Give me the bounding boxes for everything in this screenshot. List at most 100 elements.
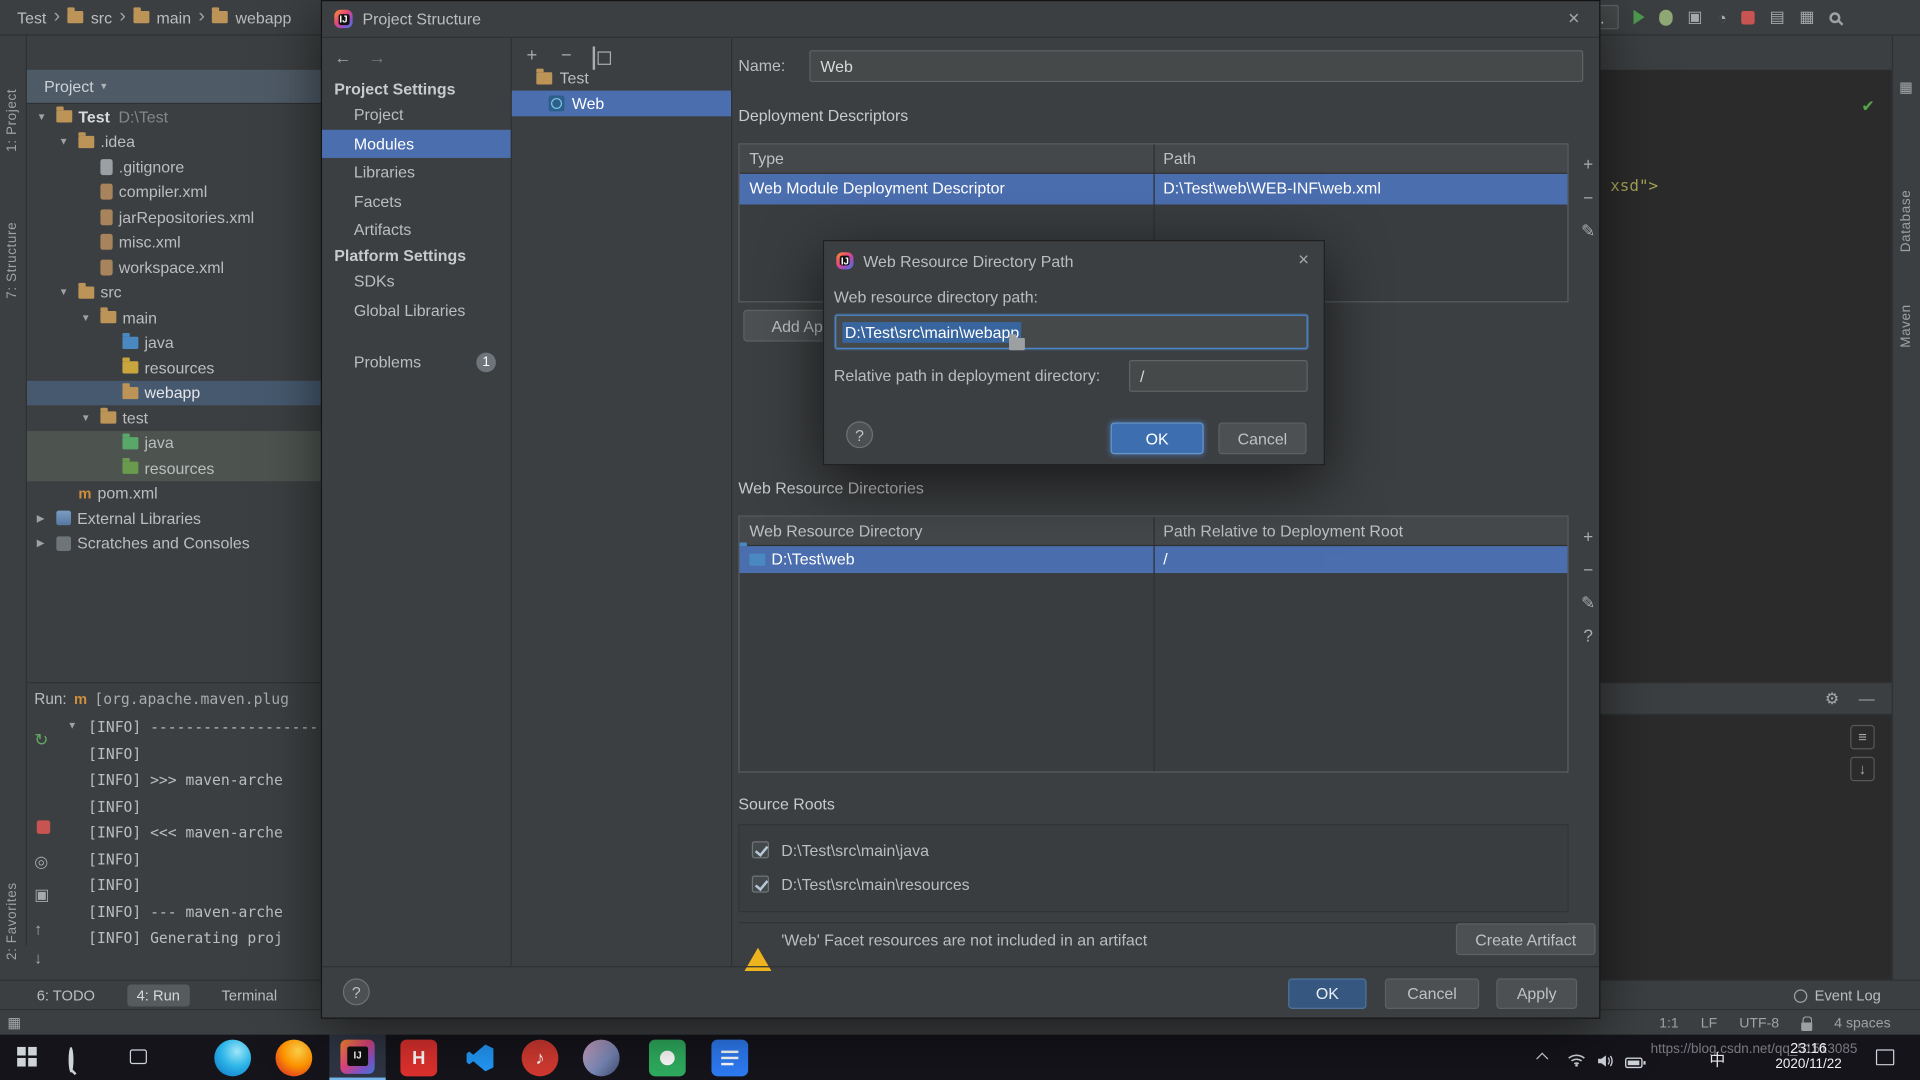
nav-item-libraries[interactable]: Libraries: [322, 158, 511, 187]
remove-resource-icon[interactable]: −: [1577, 558, 1599, 580]
tool-stripe-project[interactable]: 1: Project: [5, 42, 20, 152]
tool-stripe-maven[interactable]: Maven: [1899, 262, 1914, 348]
expand-arrow-icon[interactable]: ▼: [59, 287, 79, 298]
back-arrow-icon[interactable]: ←: [334, 48, 351, 68]
tree-item-test-java[interactable]: java: [27, 430, 321, 455]
checkbox-checked-icon[interactable]: [752, 876, 769, 893]
edit-descriptor-icon[interactable]: ✎: [1577, 219, 1599, 241]
run-button[interactable]: [1633, 10, 1644, 25]
tool-stripe-structure[interactable]: 7: Structure: [5, 164, 20, 299]
nav-item-problems[interactable]: Problems 1: [322, 348, 511, 377]
tree-item-test[interactable]: ▼ test: [27, 405, 321, 430]
caret-position[interactable]: 1:1: [1659, 1016, 1679, 1031]
hide-panel-icon[interactable]: —: [1859, 689, 1875, 707]
breadcrumb-test[interactable]: Test: [17, 8, 46, 26]
dialog-title-bar[interactable]: Web Resource Directory Path ×: [824, 241, 1324, 280]
collapse-arrow-icon[interactable]: ▶: [37, 513, 57, 524]
add-icon[interactable]: +: [527, 45, 538, 66]
taskbar-green-app-icon[interactable]: [649, 1040, 686, 1077]
tree-item-workspace-xml[interactable]: workspace.xml: [27, 255, 321, 280]
taskbar-intellij-active[interactable]: [329, 1035, 385, 1080]
project-structure-button[interactable]: ▤: [1770, 7, 1785, 27]
source-root-row[interactable]: D:\Test\src\main\resources: [740, 867, 1568, 901]
profiler-button[interactable]: ◔: [1717, 8, 1727, 26]
battery-icon[interactable]: [1625, 1053, 1646, 1075]
tree-item-scratches[interactable]: ▶ Scratches and Consoles: [27, 531, 321, 556]
tool-window-icon[interactable]: ▦: [1899, 78, 1913, 95]
path-field[interactable]: D:\Test\src\main\webapp: [835, 315, 1308, 349]
nav-item-modules[interactable]: Modules: [322, 129, 511, 158]
taskbar-docs-icon[interactable]: [711, 1040, 748, 1077]
tree-item-gitignore[interactable]: .gitignore: [27, 154, 321, 179]
help-button[interactable]: ?: [343, 978, 370, 1005]
create-artifact-button[interactable]: Create Artifact: [1456, 923, 1596, 955]
line-ending[interactable]: LF: [1701, 1016, 1717, 1031]
module-tree-root[interactable]: Test: [512, 65, 731, 91]
project-panel-header[interactable]: Project ▾: [27, 70, 321, 104]
tree-item-webapp[interactable]: webapp: [27, 380, 321, 405]
tree-item-compiler-xml[interactable]: compiler.xml: [27, 179, 321, 204]
taskbar-firefox-icon[interactable]: [276, 1040, 313, 1077]
tool-stripe-database[interactable]: Database: [1899, 142, 1914, 252]
tree-item-test-resources[interactable]: resources: [27, 456, 321, 481]
eye-icon[interactable]: ◎: [34, 852, 48, 872]
breadcrumb-src[interactable]: src: [91, 8, 112, 26]
editor[interactable]: xsd"> ✔: [1600, 70, 1891, 682]
stop-icon[interactable]: [37, 820, 50, 833]
edit-resource-icon[interactable]: ✎: [1577, 591, 1599, 613]
dialog-close-icon[interactable]: ×: [1298, 250, 1309, 271]
cancel-button[interactable]: Cancel: [1385, 978, 1479, 1009]
search-everywhere-icon[interactable]: [1829, 12, 1840, 23]
nav-item-artifacts[interactable]: Artifacts: [322, 216, 511, 245]
add-resource-icon[interactable]: +: [1577, 525, 1599, 547]
name-field[interactable]: Web: [809, 50, 1583, 82]
start-button[interactable]: [17, 1047, 36, 1066]
layout-button[interactable]: ▦: [1799, 7, 1814, 27]
expand-arrow-icon[interactable]: ▼: [37, 111, 57, 122]
tree-item-idea[interactable]: ▼ .idea: [27, 129, 321, 154]
tree-item-main-resources[interactable]: resources: [27, 355, 321, 380]
module-tree-web[interactable]: Web: [512, 91, 731, 117]
taskbar-search-icon[interactable]: [69, 1047, 74, 1073]
soft-wrap-icon[interactable]: ≡: [1850, 725, 1874, 749]
add-descriptor-icon[interactable]: +: [1577, 153, 1599, 175]
taskbar-avatar-icon[interactable]: [583, 1040, 620, 1077]
tool-stripe-favorites[interactable]: 2: Favorites: [5, 838, 20, 960]
layout-toggle-icon[interactable]: ▦: [7, 1014, 21, 1031]
tree-item-misc-xml[interactable]: misc.xml: [27, 230, 321, 255]
expand-arrow-icon[interactable]: ▼: [81, 412, 101, 423]
ok-button[interactable]: OK: [1111, 422, 1204, 454]
scroll-to-end-icon[interactable]: ↓: [1850, 757, 1874, 781]
chevron-down-icon[interactable]: ▾: [101, 80, 107, 93]
scroll-up-icon[interactable]: ↑: [34, 920, 42, 938]
file-encoding[interactable]: UTF-8: [1739, 1016, 1779, 1031]
cancel-button[interactable]: Cancel: [1218, 422, 1306, 454]
volume-icon[interactable]: [1597, 1052, 1615, 1074]
checkbox-checked-icon[interactable]: [752, 841, 769, 858]
console-output[interactable]: [INFO] ---------------------------- [INF…: [88, 715, 321, 979]
expand-arrow-icon[interactable]: ▼: [59, 136, 79, 147]
snapshot-icon[interactable]: ▣: [34, 885, 49, 905]
wifi-icon[interactable]: [1567, 1051, 1585, 1073]
coverage-button[interactable]: ▣: [1687, 7, 1702, 27]
tab-todo[interactable]: 6: TODO: [37, 987, 95, 1004]
nav-item-sdks[interactable]: SDKs: [322, 267, 511, 296]
tray-expand-icon[interactable]: [1536, 1053, 1548, 1065]
tab-run[interactable]: 4: Run: [127, 984, 190, 1006]
taskbar-red-app-icon[interactable]: H: [400, 1040, 437, 1077]
debug-button[interactable]: [1659, 9, 1672, 25]
browse-folder-icon[interactable]: [1009, 338, 1025, 350]
tree-item-pom-xml[interactable]: m pom.xml: [27, 481, 321, 506]
fold-arrow-icon[interactable]: ▼: [67, 720, 77, 731]
tree-item-jarrepositories-xml[interactable]: jarRepositories.xml: [27, 204, 321, 229]
nav-item-project[interactable]: Project: [322, 100, 511, 129]
collapse-arrow-icon[interactable]: ▶: [37, 538, 57, 549]
task-view-icon[interactable]: [130, 1049, 147, 1064]
tab-terminal[interactable]: Terminal: [222, 987, 278, 1004]
notification-center-icon[interactable]: [1876, 1049, 1894, 1065]
inspections-ok-icon[interactable]: ✔: [1861, 97, 1874, 117]
apply-button[interactable]: Apply: [1496, 978, 1577, 1009]
breadcrumb-webapp[interactable]: webapp: [236, 8, 292, 26]
taskbar-music-icon[interactable]: ♪: [522, 1040, 559, 1077]
tree-item-main-java[interactable]: java: [27, 330, 321, 355]
